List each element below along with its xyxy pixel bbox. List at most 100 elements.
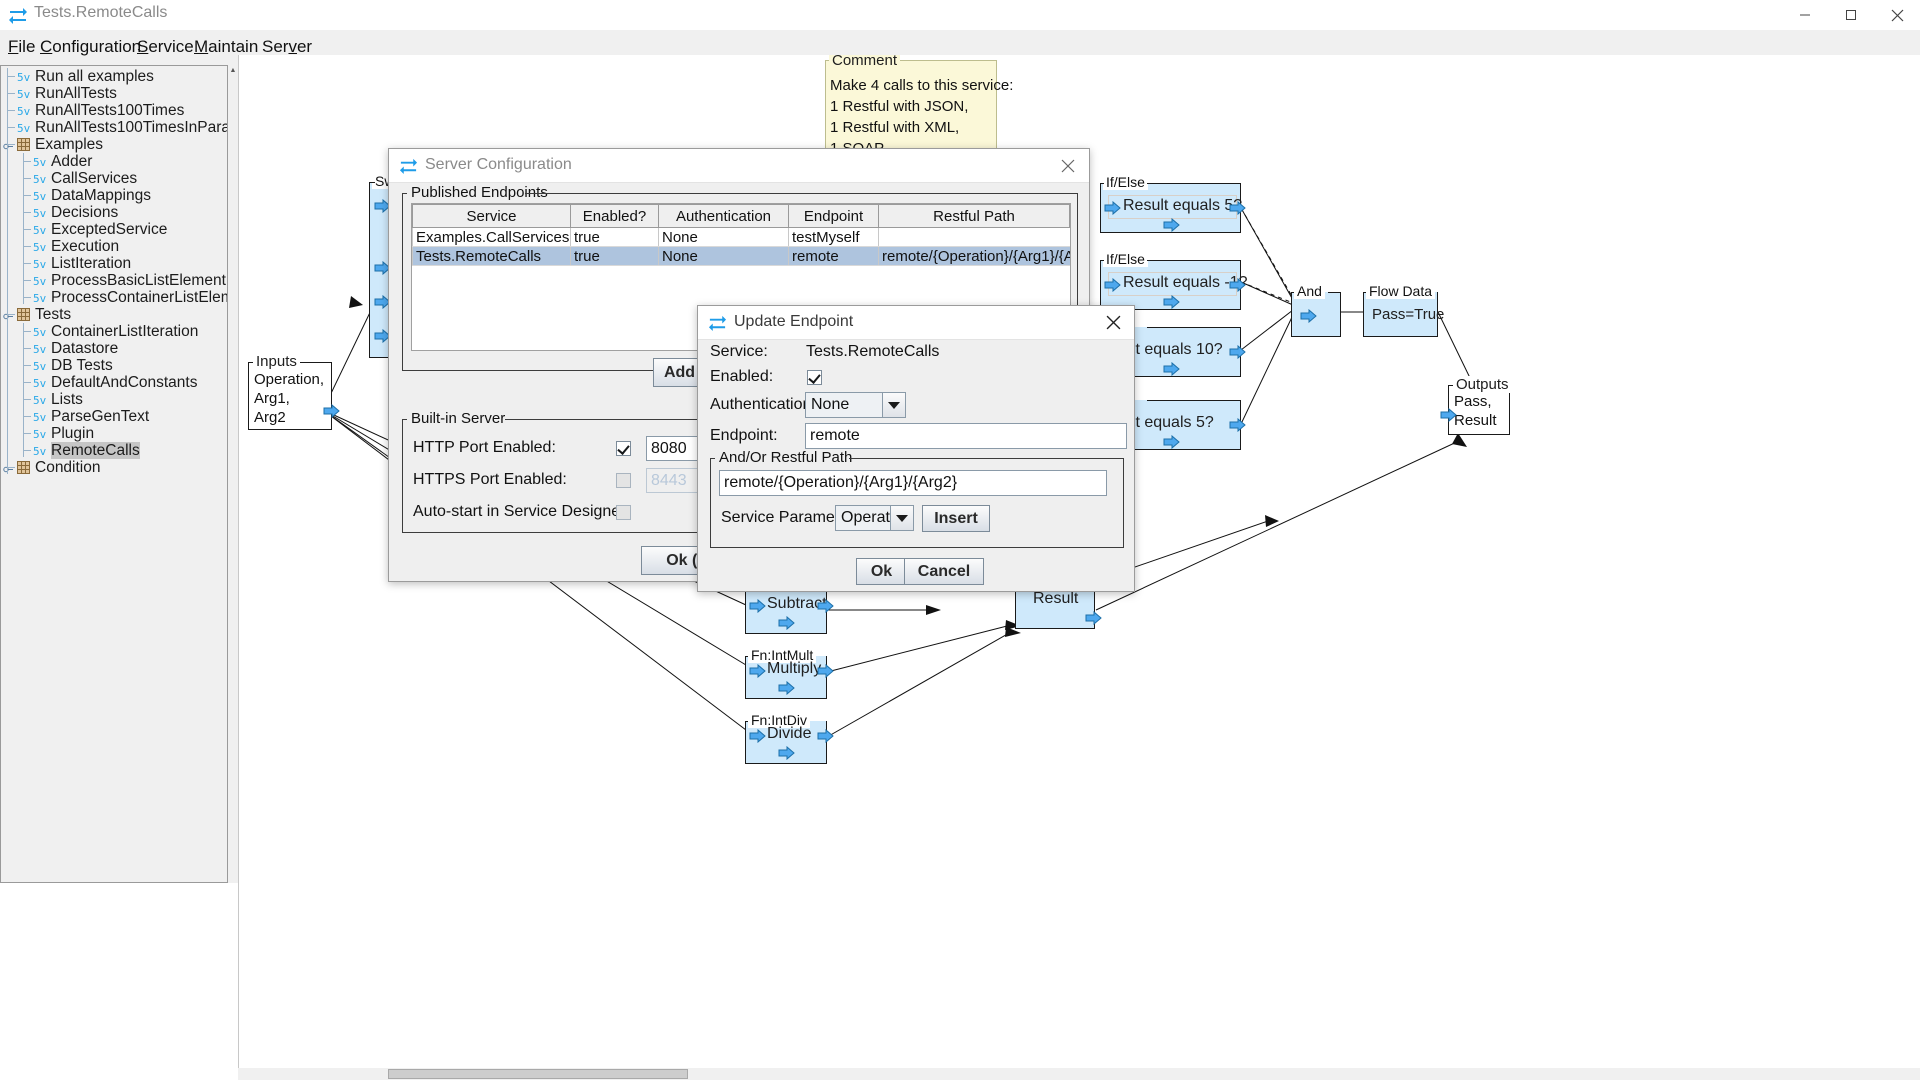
update-endpoint-dialog[interactable]: Update Endpoint Service: Tests.RemoteCal…: [697, 305, 1135, 592]
scroll-up-arrow[interactable]: ▲: [228, 65, 238, 75]
sidebar-item-containerlistiteration[interactable]: 5vContainerListIteration: [1, 323, 227, 340]
sidebar-item-tests[interactable]: Tests: [1, 306, 227, 323]
tree-connector: [23, 212, 31, 213]
sidebar-item-parsegentext[interactable]: 5vParseGenText: [1, 408, 227, 425]
decision-group-1[interactable]: If/Else Result equals 5?: [1100, 183, 1241, 233]
service-parameter-select[interactable]: Operation: [835, 505, 914, 531]
close-button[interactable]: [1874, 0, 1920, 30]
svg-text:5v: 5v: [33, 428, 47, 440]
tree-connector: [7, 110, 15, 111]
autostart-checkbox[interactable]: [616, 505, 631, 520]
menu-maintain[interactable]: Maintain: [194, 37, 258, 57]
tree-collapse-icon[interactable]: [3, 309, 14, 320]
sidebar-item-db-tests[interactable]: 5vDB Tests: [1, 357, 227, 374]
tree-connector: [23, 195, 31, 196]
sidebar-item-defaultandconstants[interactable]: 5vDefaultAndConstants: [1, 374, 227, 391]
svg-text:5v: 5v: [33, 156, 47, 168]
divide-node[interactable]: Fn:IntDiv Divide: [745, 721, 827, 764]
col-endpoint[interactable]: Endpoint: [789, 205, 879, 228]
tree-collapse-icon[interactable]: [3, 139, 14, 150]
flow-data-node[interactable]: Flow Data Pass=True: [1363, 292, 1438, 337]
sidebar-item-execution[interactable]: 5vExecution: [1, 238, 227, 255]
sidebar-item-exceptedservice[interactable]: 5vExceptedService: [1, 221, 227, 238]
insert-button[interactable]: Insert: [922, 505, 990, 532]
restful-path-input[interactable]: remote/{Operation}/{Arg1}/{Arg2}: [719, 470, 1107, 496]
scrollbar-thumb[interactable]: [388, 1069, 688, 1079]
sidebar-item-runalltests100timesinparallel[interactable]: 5vRunAllTests100TimesInParallel: [1, 119, 227, 136]
tree-guide-line: [23, 323, 24, 457]
menu-server[interactable]: Server: [262, 37, 312, 57]
svg-text:5v: 5v: [33, 292, 47, 304]
sidebar-item-processbasiclistelement[interactable]: 5vProcessBasicListElement: [1, 272, 227, 289]
decision-group-2[interactable]: If/Else Result equals -1?: [1100, 260, 1241, 310]
divide-error-arrow-icon: [778, 745, 795, 759]
http-port-checkbox[interactable]: [616, 441, 631, 456]
restful-path-fieldset: And/Or Restful Path remote/{Operation}/{…: [710, 458, 1124, 548]
sidebar-item-decisions[interactable]: 5vDecisions: [1, 204, 227, 221]
minimize-button[interactable]: [1782, 0, 1828, 30]
sidebar-item-runalltests100times[interactable]: 5vRunAllTests100Times: [1, 102, 227, 119]
chevron-down-icon[interactable]: [890, 506, 913, 530]
multiply-node[interactable]: Fn:IntMult Multiply: [745, 656, 827, 699]
cell-restful-path: [879, 228, 1070, 247]
tree-connector: [23, 365, 31, 366]
divide-in-arrow-icon: [749, 728, 766, 742]
sidebar-scrollbar[interactable]: ▲: [228, 65, 238, 883]
enabled-checkbox[interactable]: [807, 370, 822, 385]
authentication-select[interactable]: None: [805, 392, 906, 418]
chevron-down-icon[interactable]: [882, 393, 905, 417]
and-node[interactable]: And: [1291, 292, 1341, 337]
sidebar-item-label: ContainerListIteration: [51, 323, 198, 340]
multiply-label: Multiply: [767, 660, 821, 678]
sidebar-item-datamappings[interactable]: 5vDataMappings: [1, 187, 227, 204]
sidebar-item-condition[interactable]: Condition: [1, 459, 227, 476]
outputs-node[interactable]: Outputs Pass, Result: [1448, 385, 1510, 435]
col-authentication[interactable]: Authentication: [659, 205, 789, 228]
sidebar-item-datastore[interactable]: 5vDatastore: [1, 340, 227, 357]
server-config-close-button[interactable]: [1047, 149, 1089, 182]
sidebar-item-run-all-examples[interactable]: 5vRun all examples: [1, 68, 227, 85]
service-tree-panel[interactable]: 5vRun all examples5vRunAllTests5vRunAllT…: [0, 65, 228, 883]
multiply-error-arrow-icon: [778, 680, 795, 694]
sidebar-item-runalltests[interactable]: 5vRunAllTests: [1, 85, 227, 102]
sidebar-item-processcontainerlistelement[interactable]: 5vProcessContainerListElement: [1, 289, 227, 306]
update-endpoint-close-button[interactable]: [1092, 306, 1134, 339]
col-enabled[interactable]: Enabled?: [571, 205, 659, 228]
sidebar-item-lists[interactable]: 5vLists: [1, 391, 227, 408]
menu-service[interactable]: Service: [137, 37, 194, 57]
col-service[interactable]: Service: [413, 205, 571, 228]
update-endpoint-cancel-button[interactable]: Cancel: [904, 558, 984, 585]
table-row[interactable]: Examples.CallServices true None testMyse…: [413, 228, 1070, 247]
tree-connector: [23, 246, 31, 247]
col-restful-path[interactable]: Restful Path: [879, 205, 1070, 228]
comment-note[interactable]: Comment Make 4 calls to this service: 1 …: [825, 60, 997, 157]
sidebar-item-listiteration[interactable]: 5vListIteration: [1, 255, 227, 272]
menu-configuration[interactable]: Configuration: [40, 37, 141, 57]
sidebar-item-adder[interactable]: 5vAdder: [1, 153, 227, 170]
sidebar-item-label: Tests: [35, 306, 71, 323]
sidebar-item-remotecalls[interactable]: 5vRemoteCalls: [1, 442, 227, 459]
update-endpoint-ok-button[interactable]: Ok: [856, 558, 907, 585]
https-port-checkbox[interactable]: [616, 473, 631, 488]
inputs-node[interactable]: Inputs Operation, Arg1, Arg2: [248, 362, 332, 430]
sidebar-item-label: CallServices: [51, 170, 137, 187]
endpoints-table[interactable]: Service Enabled? Authentication Endpoint…: [412, 204, 1070, 266]
sidebar-item-examples[interactable]: Examples: [1, 136, 227, 153]
table-row[interactable]: Tests.RemoteCalls true None remote remot…: [413, 247, 1070, 266]
tree-connector: [23, 178, 31, 179]
svg-text:5v: 5v: [33, 411, 47, 423]
result-node[interactable]: Result: [1015, 586, 1095, 629]
sidebar-item-plugin[interactable]: 5vPlugin: [1, 425, 227, 442]
sidebar-item-label: Lists: [51, 391, 83, 408]
svg-text:5v: 5v: [33, 207, 47, 219]
maximize-button[interactable]: [1828, 0, 1874, 30]
comment-line-1: Make 4 calls to this service:: [830, 77, 1013, 94]
tree-expand-icon[interactable]: [3, 462, 14, 473]
menu-file[interactable]: File: [8, 37, 35, 57]
decision-2-true-arrow-icon: [1229, 277, 1246, 291]
sidebar-item-callservices[interactable]: 5vCallServices: [1, 170, 227, 187]
decision-1-true-arrow-icon: [1229, 200, 1246, 214]
endpoint-input[interactable]: remote: [805, 423, 1127, 449]
canvas-horizontal-scrollbar[interactable]: [238, 1068, 1920, 1080]
subtract-node[interactable]: Subtract: [745, 591, 827, 634]
